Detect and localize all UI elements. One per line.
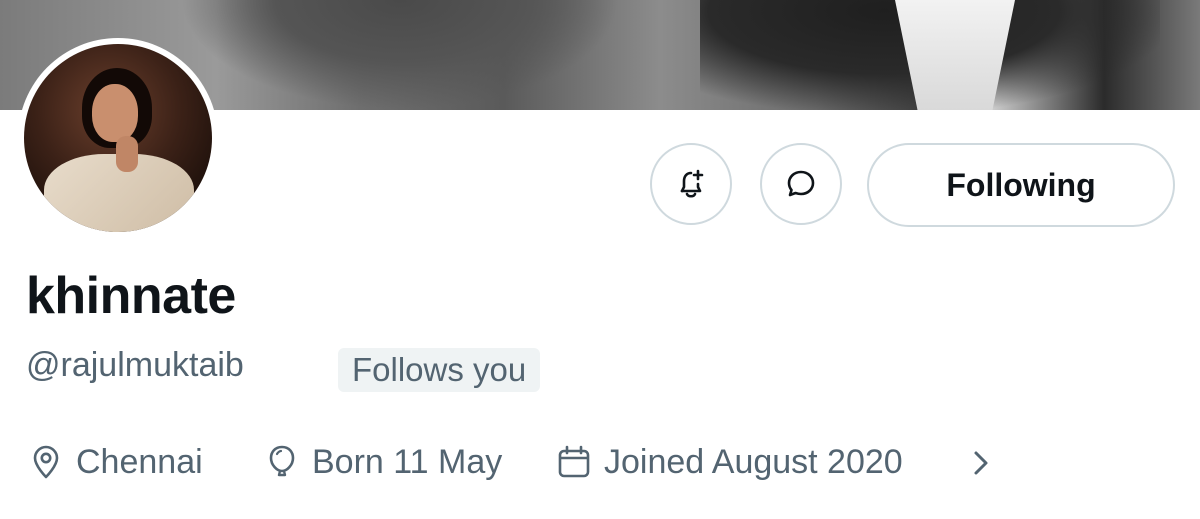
display-name: khinnate <box>26 267 236 325</box>
calendar-icon <box>558 445 590 478</box>
message-bubble-icon <box>787 170 815 197</box>
balloon-icon <box>269 445 295 477</box>
message-button[interactable] <box>760 143 842 225</box>
joined-text: Joined August 2020 <box>604 442 903 481</box>
birthday-text: Born 11 May <box>312 442 503 481</box>
following-button[interactable]: Following <box>867 143 1175 227</box>
notify-button[interactable] <box>650 143 732 225</box>
avatar-hand <box>116 136 138 172</box>
follows-you-badge: Follows you <box>338 348 541 392</box>
location-text: Chennai <box>76 442 203 481</box>
birthday-item: Born 11 May <box>262 438 502 486</box>
location-pin-icon <box>33 445 59 479</box>
joined-item[interactable]: Joined August 2020 <box>554 438 903 486</box>
avatar-face <box>92 84 138 142</box>
chevron-right-icon[interactable] <box>966 446 996 480</box>
avatar[interactable] <box>24 44 212 232</box>
username-handle: @rajulmuktaib <box>26 346 244 384</box>
banner-figure-left <box>180 0 620 110</box>
bell-plus-icon <box>680 169 704 198</box>
location-item: Chennai <box>26 438 203 486</box>
